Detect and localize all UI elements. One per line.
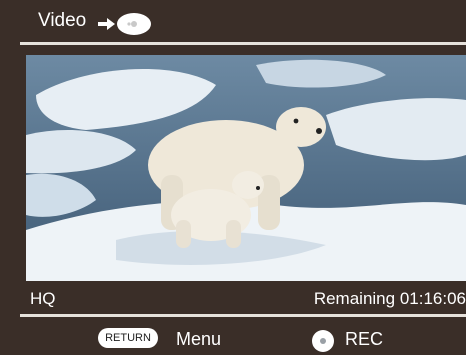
rec-label: REC: [345, 329, 384, 349]
footer-divider: [20, 314, 466, 317]
footer-bar: RETURN Menu REC: [20, 322, 466, 352]
screen-title: Video: [38, 10, 87, 31]
return-button[interactable]: RETURN: [98, 328, 158, 348]
video-preview: [26, 55, 466, 281]
disc-play-icon: [98, 13, 151, 35]
header-divider: [20, 42, 466, 45]
header-bar: Video: [20, 0, 466, 42]
playback-info-bar: HQ Remaining 01:16:06: [20, 287, 466, 311]
remaining-time: Remaining 01:16:06: [313, 289, 466, 308]
menu-label: Menu: [176, 329, 222, 349]
record-button-icon[interactable]: [312, 330, 334, 352]
quality-badge: HQ: [30, 289, 56, 308]
video-screen: Video HQ Remaining 01:16:06 RETURN Menu …: [20, 0, 466, 355]
